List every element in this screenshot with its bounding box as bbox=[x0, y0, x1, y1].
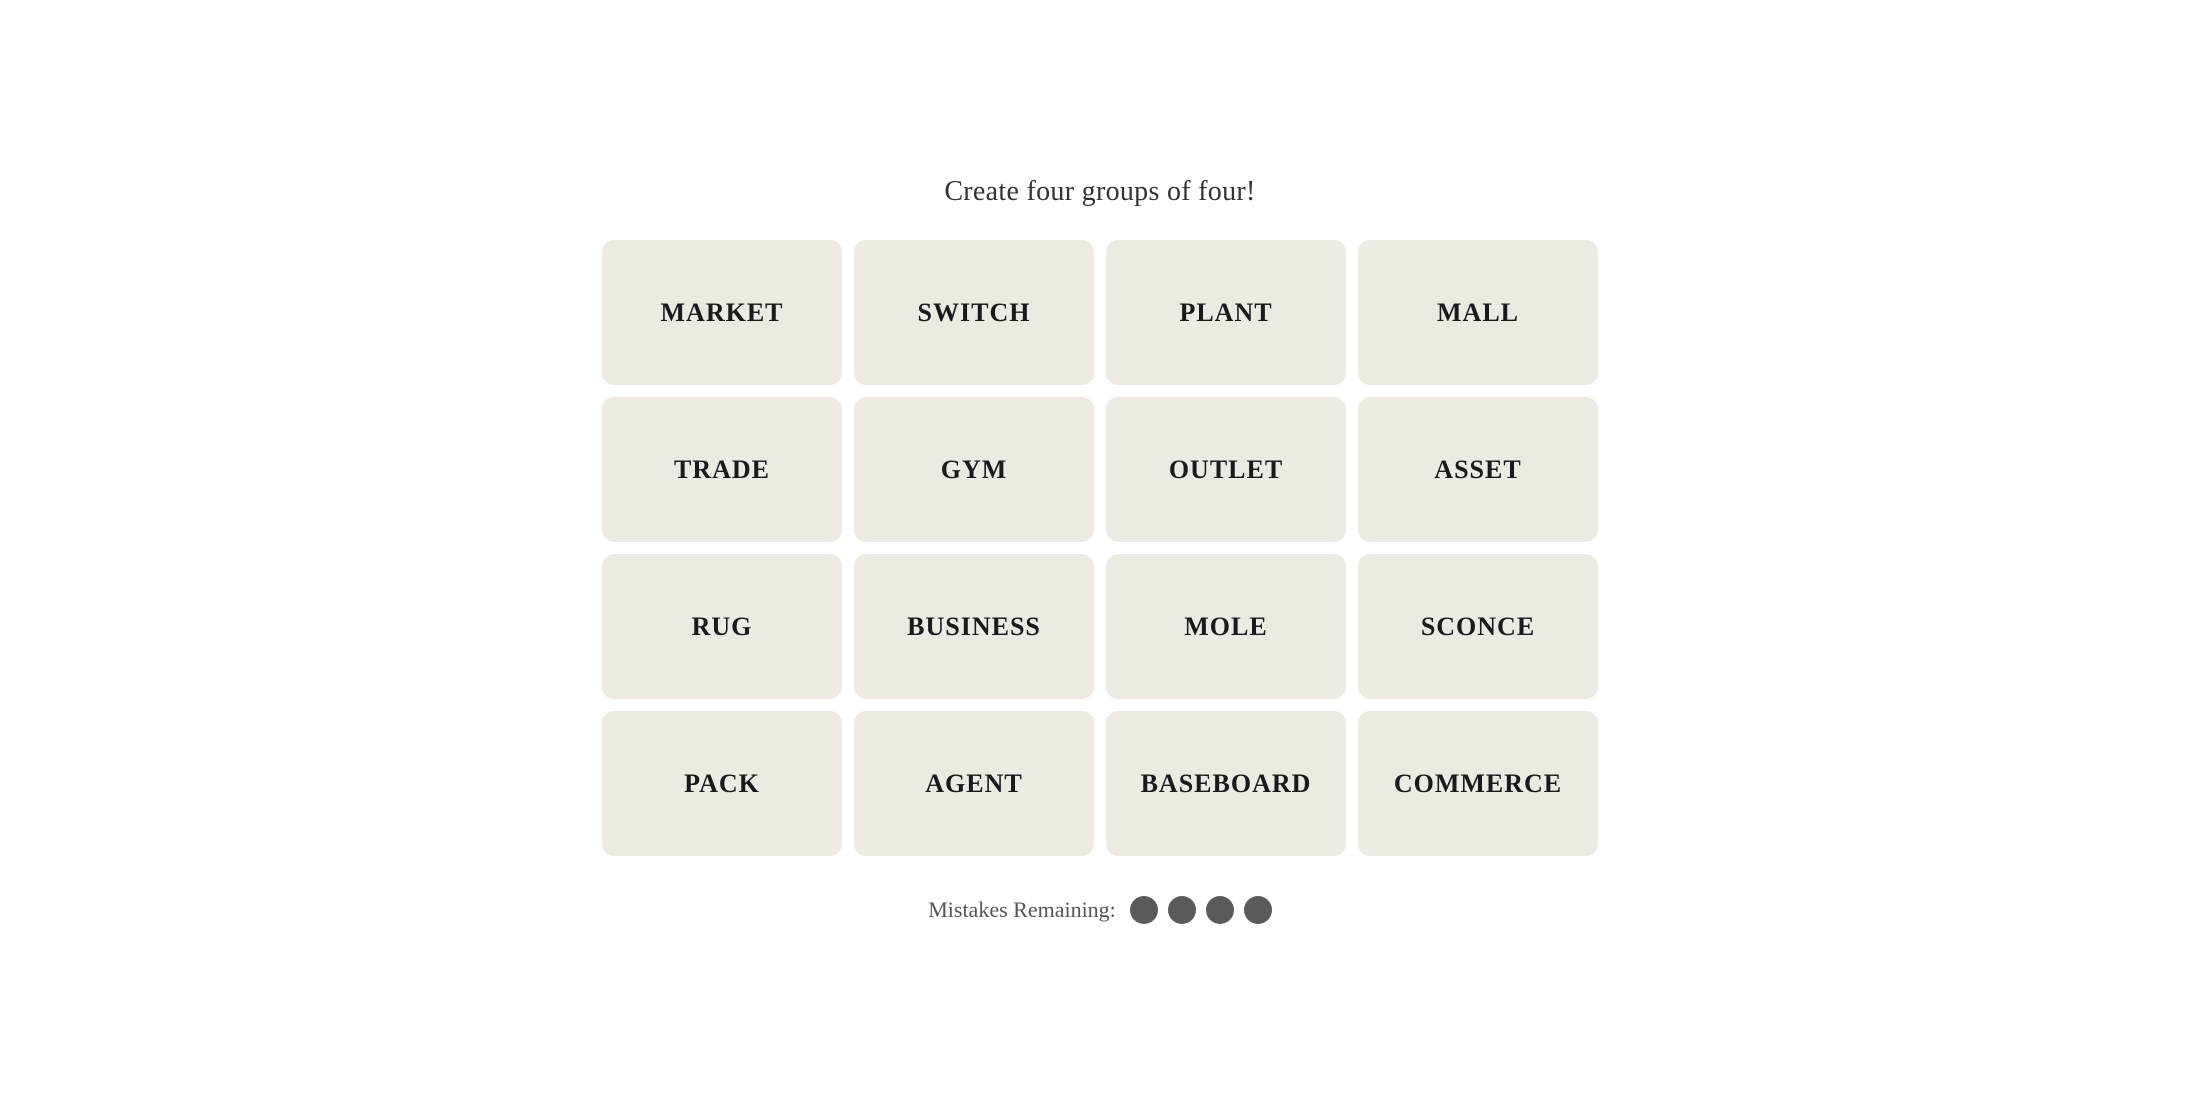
tile-business[interactable]: BUSINESS bbox=[854, 554, 1094, 699]
mistake-dot-1 bbox=[1130, 896, 1158, 924]
tile-switch[interactable]: SWITCH bbox=[854, 240, 1094, 385]
tile-label-trade: TRADE bbox=[674, 455, 770, 485]
mistakes-section: Mistakes Remaining: bbox=[928, 896, 1272, 924]
tile-label-switch: SWITCH bbox=[918, 298, 1031, 328]
tile-label-commerce: COMMERCE bbox=[1394, 769, 1562, 799]
mistakes-label: Mistakes Remaining: bbox=[928, 897, 1116, 923]
word-grid: MARKET SWITCH PLANT MALL TRADE GYM OUTLET ASSET… bbox=[602, 240, 1598, 856]
tile-label-business: BUSINESS bbox=[907, 612, 1041, 642]
tile-label-mole: MOLE bbox=[1184, 612, 1267, 642]
tile-label-baseboard: BASEBOARD bbox=[1141, 769, 1312, 799]
tile-commerce[interactable]: COMMERCE bbox=[1358, 711, 1598, 856]
tile-label-pack: PACK bbox=[684, 769, 760, 799]
tile-rug[interactable]: RUG bbox=[602, 554, 842, 699]
tile-label-mall: MALL bbox=[1437, 298, 1519, 328]
tile-label-market: MARKET bbox=[661, 298, 784, 328]
tile-mall[interactable]: MALL bbox=[1358, 240, 1598, 385]
instruction-text: Create four groups of four! bbox=[944, 176, 1255, 208]
tile-label-plant: PLANT bbox=[1179, 298, 1272, 328]
tile-market[interactable]: MARKET bbox=[602, 240, 842, 385]
mistakes-dots bbox=[1130, 896, 1272, 924]
mistake-dot-4 bbox=[1244, 896, 1272, 924]
tile-baseboard[interactable]: BASEBOARD bbox=[1106, 711, 1346, 856]
mistake-dot-2 bbox=[1168, 896, 1196, 924]
tile-mole[interactable]: MOLE bbox=[1106, 554, 1346, 699]
mistake-dot-3 bbox=[1206, 896, 1234, 924]
tile-outlet[interactable]: OUTLET bbox=[1106, 397, 1346, 542]
tile-trade[interactable]: TRADE bbox=[602, 397, 842, 542]
tile-label-asset: ASSET bbox=[1434, 455, 1521, 485]
tile-asset[interactable]: ASSET bbox=[1358, 397, 1598, 542]
tile-agent[interactable]: AGENT bbox=[854, 711, 1094, 856]
tile-plant[interactable]: PLANT bbox=[1106, 240, 1346, 385]
tile-label-gym: GYM bbox=[941, 455, 1008, 485]
tile-label-agent: AGENT bbox=[925, 769, 1022, 799]
game-container: Create four groups of four! MARKET SWITCH… bbox=[550, 176, 1650, 924]
tile-label-rug: RUG bbox=[692, 612, 753, 642]
tile-sconce[interactable]: SCONCE bbox=[1358, 554, 1598, 699]
tile-pack[interactable]: PACK bbox=[602, 711, 842, 856]
tile-label-outlet: OUTLET bbox=[1169, 455, 1283, 485]
tile-label-sconce: SCONCE bbox=[1421, 612, 1535, 642]
tile-gym[interactable]: GYM bbox=[854, 397, 1094, 542]
